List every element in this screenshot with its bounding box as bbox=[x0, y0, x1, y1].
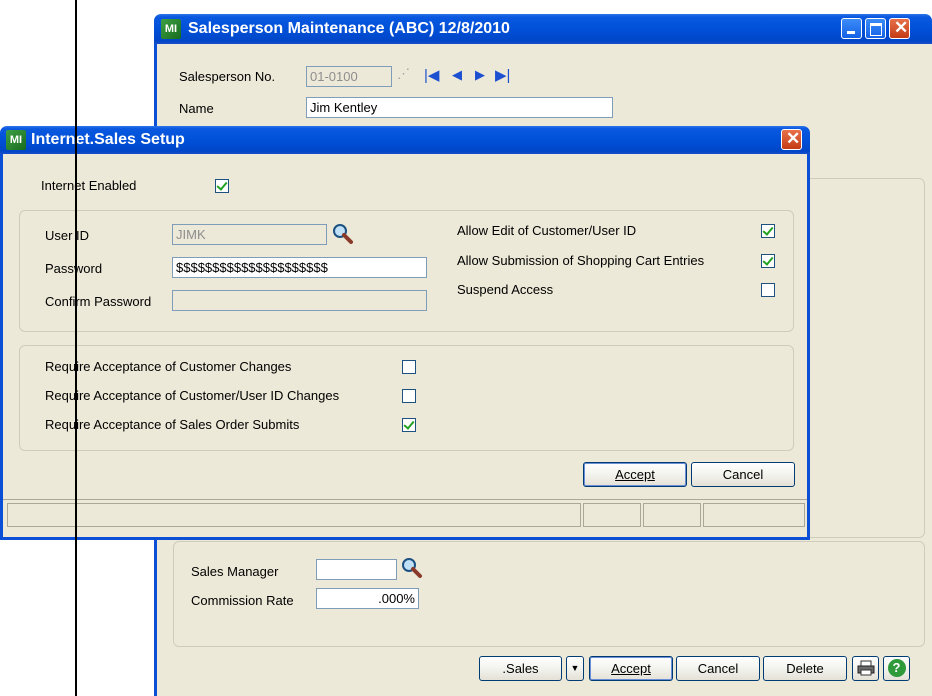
req-customer-changes-checkbox[interactable] bbox=[402, 360, 416, 374]
main-accept-button[interactable]: Accept bbox=[589, 656, 673, 681]
main-title-bar[interactable]: MI Salesperson Maintenance (ABC) 12/8/20… bbox=[154, 14, 932, 44]
status-cell-main bbox=[7, 503, 581, 527]
last-record-icon[interactable]: ▶| bbox=[495, 66, 510, 84]
password-label: Password bbox=[45, 261, 103, 276]
allow-edit-checkbox[interactable] bbox=[761, 224, 775, 238]
allow-edit-label: Allow Edit of Customer/User ID bbox=[457, 223, 637, 238]
status-cell-3 bbox=[643, 503, 701, 527]
sales-manager-group: Sales Manager Commission Rate .000% bbox=[173, 541, 925, 647]
delete-button[interactable]: Delete bbox=[763, 656, 847, 681]
status-cell-4 bbox=[703, 503, 805, 527]
printer-icon bbox=[857, 660, 874, 676]
allow-submission-checkbox[interactable] bbox=[761, 254, 775, 268]
user-id-search-icon[interactable] bbox=[331, 223, 355, 245]
suspend-access-label: Suspend Access bbox=[457, 282, 554, 297]
internet-enabled-checkbox[interactable] bbox=[215, 179, 229, 193]
print-button[interactable] bbox=[852, 656, 879, 681]
dialog-title-bar[interactable]: MI Internet.Sales Setup ✕ bbox=[0, 126, 810, 154]
sales-manager-search-icon[interactable] bbox=[400, 557, 424, 579]
maximize-button[interactable] bbox=[865, 18, 886, 39]
sales-button[interactable]: .Sales bbox=[479, 656, 562, 681]
commission-rate-field[interactable]: .000% bbox=[316, 588, 419, 609]
help-button[interactable]: ? bbox=[883, 656, 910, 681]
dialog-title: Internet.Sales Setup bbox=[31, 131, 185, 148]
internet-sales-setup-dialog: MI Internet.Sales Setup ✕ Internet Enabl… bbox=[0, 126, 810, 540]
close-icon: ✕ bbox=[786, 129, 801, 148]
app-icon: MI bbox=[6, 130, 26, 150]
sales-manager-field[interactable] bbox=[316, 559, 397, 580]
suspend-access-checkbox[interactable] bbox=[761, 283, 775, 297]
first-record-icon[interactable]: |◀ bbox=[424, 66, 439, 84]
dialog-status-bar bbox=[3, 499, 807, 538]
confirm-password-field[interactable] bbox=[172, 290, 427, 311]
main-close-button[interactable]: ✕ bbox=[889, 18, 910, 39]
user-id-label: User ID bbox=[45, 228, 90, 243]
lookup-spinner-icon[interactable]: ⋰ bbox=[397, 66, 410, 82]
close-icon: ✕ bbox=[894, 18, 909, 37]
req-userid-changes-label: Require Acceptance of Customer/User ID C… bbox=[45, 388, 340, 403]
user-id-field[interactable]: JIMK bbox=[172, 224, 327, 245]
credentials-group: User ID JIMK Password $$$$$$$$$$$$$$$$$$… bbox=[19, 210, 794, 332]
vertical-line bbox=[75, 0, 77, 696]
sales-manager-label: Sales Manager bbox=[191, 564, 279, 579]
minimize-icon bbox=[847, 31, 855, 34]
help-icon: ? bbox=[887, 659, 906, 677]
salesperson-no-field[interactable]: 01-0100 bbox=[306, 66, 392, 87]
req-customer-changes-label: Require Acceptance of Customer Changes bbox=[45, 359, 292, 374]
next-record-icon[interactable]: ▶ bbox=[475, 67, 485, 83]
name-field[interactable]: Jim Kentley bbox=[306, 97, 613, 118]
acceptance-group: Require Acceptance of Customer Changes R… bbox=[19, 345, 794, 451]
req-sales-order-label: Require Acceptance of Sales Order Submit… bbox=[45, 417, 300, 432]
req-sales-order-checkbox[interactable] bbox=[402, 418, 416, 432]
dialog-accept-button[interactable]: Accept bbox=[583, 462, 687, 487]
app-icon: MI bbox=[161, 19, 181, 39]
status-cell-2 bbox=[583, 503, 641, 527]
sales-dropdown-button[interactable]: ▼ bbox=[566, 656, 584, 681]
previous-record-icon[interactable]: ◀ bbox=[452, 67, 462, 83]
chevron-down-icon: ▼ bbox=[570, 663, 580, 673]
dialog-close-button[interactable]: ✕ bbox=[781, 129, 802, 150]
password-field[interactable]: $$$$$$$$$$$$$$$$$$$$$ bbox=[172, 257, 427, 278]
internet-enabled-label: Internet Enabled bbox=[41, 178, 137, 193]
salesperson-no-label: Salesperson No. bbox=[179, 69, 276, 84]
maximize-icon bbox=[870, 23, 882, 36]
commission-rate-label: Commission Rate bbox=[191, 593, 294, 608]
dialog-body: Internet Enabled User ID JIMK Password $… bbox=[0, 154, 810, 540]
minimize-button[interactable] bbox=[841, 18, 862, 39]
dialog-cancel-button[interactable]: Cancel bbox=[691, 462, 795, 487]
main-window-title: Salesperson Maintenance (ABC) 12/8/2010 bbox=[188, 20, 510, 37]
req-userid-changes-checkbox[interactable] bbox=[402, 389, 416, 403]
name-label: Name bbox=[179, 101, 214, 116]
allow-submission-label: Allow Submission of Shopping Cart Entrie… bbox=[457, 253, 705, 268]
confirm-password-label: Confirm Password bbox=[45, 294, 152, 309]
main-cancel-button[interactable]: Cancel bbox=[676, 656, 760, 681]
